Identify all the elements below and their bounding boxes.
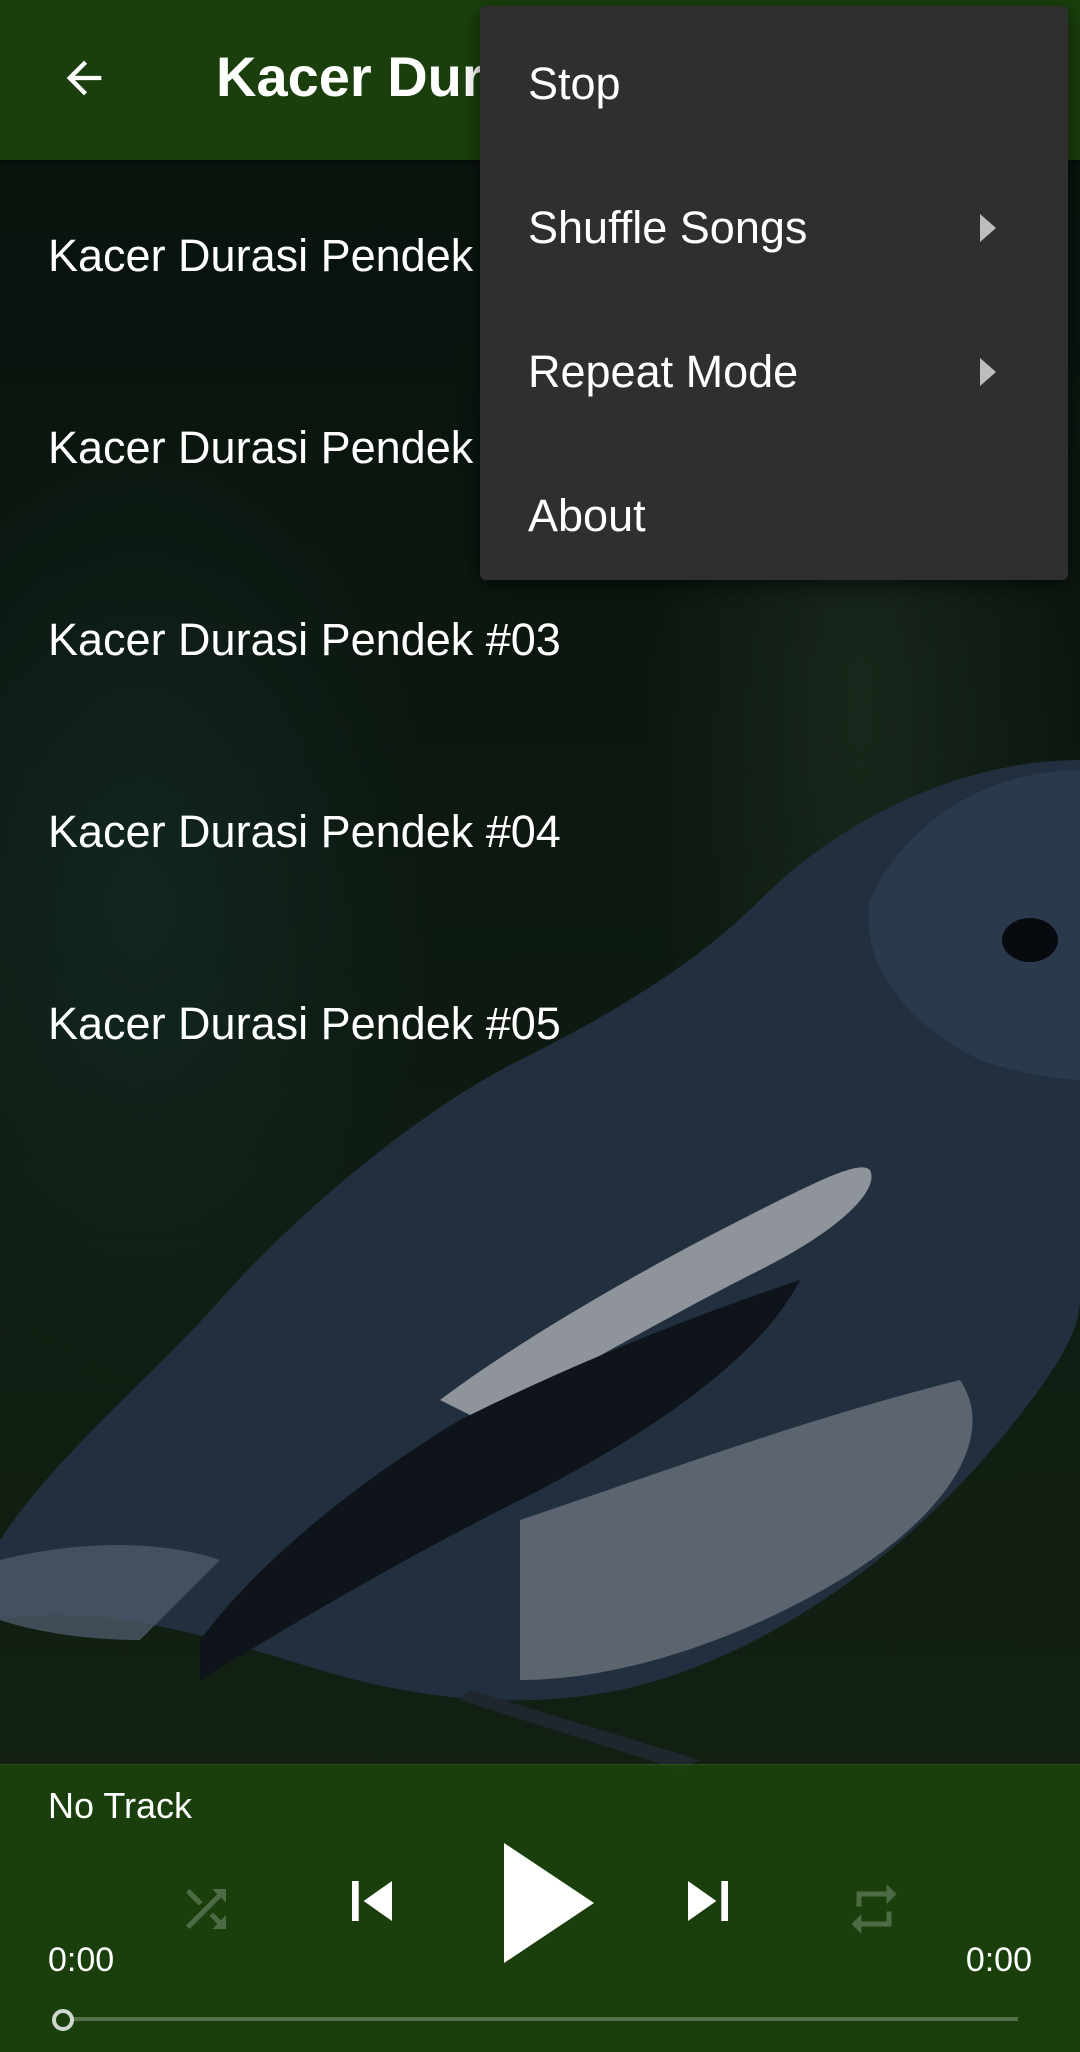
- shuffle-icon: [176, 1879, 236, 1944]
- track-title: Kacer Durasi Pendek #04: [48, 806, 561, 857]
- shuffle-button[interactable]: [170, 1875, 242, 1947]
- previous-button[interactable]: [330, 1861, 414, 1945]
- play-button[interactable]: [494, 1842, 594, 1968]
- player-bar: No Track 0:00 0:00: [0, 1764, 1080, 2052]
- menu-item-label: Repeat Mode: [528, 346, 799, 397]
- repeat-button[interactable]: [838, 1875, 910, 1947]
- track-title: Kacer Durasi Pendek #05: [48, 998, 561, 1049]
- play-icon: [494, 1842, 594, 1968]
- track-item[interactable]: Kacer Durasi Pendek #05: [0, 928, 1080, 1120]
- submenu-arrow-icon: [980, 358, 996, 386]
- submenu-arrow-icon: [980, 214, 996, 242]
- back-button[interactable]: [40, 36, 128, 124]
- seek-thumb[interactable]: [52, 2009, 74, 2031]
- next-button[interactable]: [666, 1861, 750, 1945]
- track-title: Kacer Durasi Pendek #03: [48, 614, 561, 665]
- repeat-icon: [844, 1879, 904, 1944]
- menu-item-label: Stop: [528, 58, 621, 109]
- menu-item-shuffle-songs[interactable]: Shuffle Songs: [480, 156, 1068, 300]
- overflow-menu: Stop Shuffle Songs Repeat Mode About: [480, 6, 1068, 580]
- skip-previous-icon: [332, 1861, 412, 1946]
- menu-item-about[interactable]: About: [480, 444, 1068, 588]
- seek-track: [72, 2017, 1018, 2021]
- menu-item-label: Shuffle Songs: [528, 202, 808, 253]
- menu-item-repeat-mode[interactable]: Repeat Mode: [480, 300, 1068, 444]
- arrow-back-icon: [58, 52, 110, 109]
- duration-time: 0:00: [965, 1941, 1032, 1979]
- seek-bar[interactable]: [48, 2007, 1018, 2031]
- menu-item-label: About: [528, 490, 646, 541]
- skip-next-icon: [668, 1861, 748, 1946]
- menu-item-stop[interactable]: Stop: [480, 12, 1068, 156]
- elapsed-time: 0:00: [48, 1941, 115, 1979]
- track-item[interactable]: Kacer Durasi Pendek #04: [0, 736, 1080, 928]
- now-playing-title: No Track: [48, 1785, 193, 1826]
